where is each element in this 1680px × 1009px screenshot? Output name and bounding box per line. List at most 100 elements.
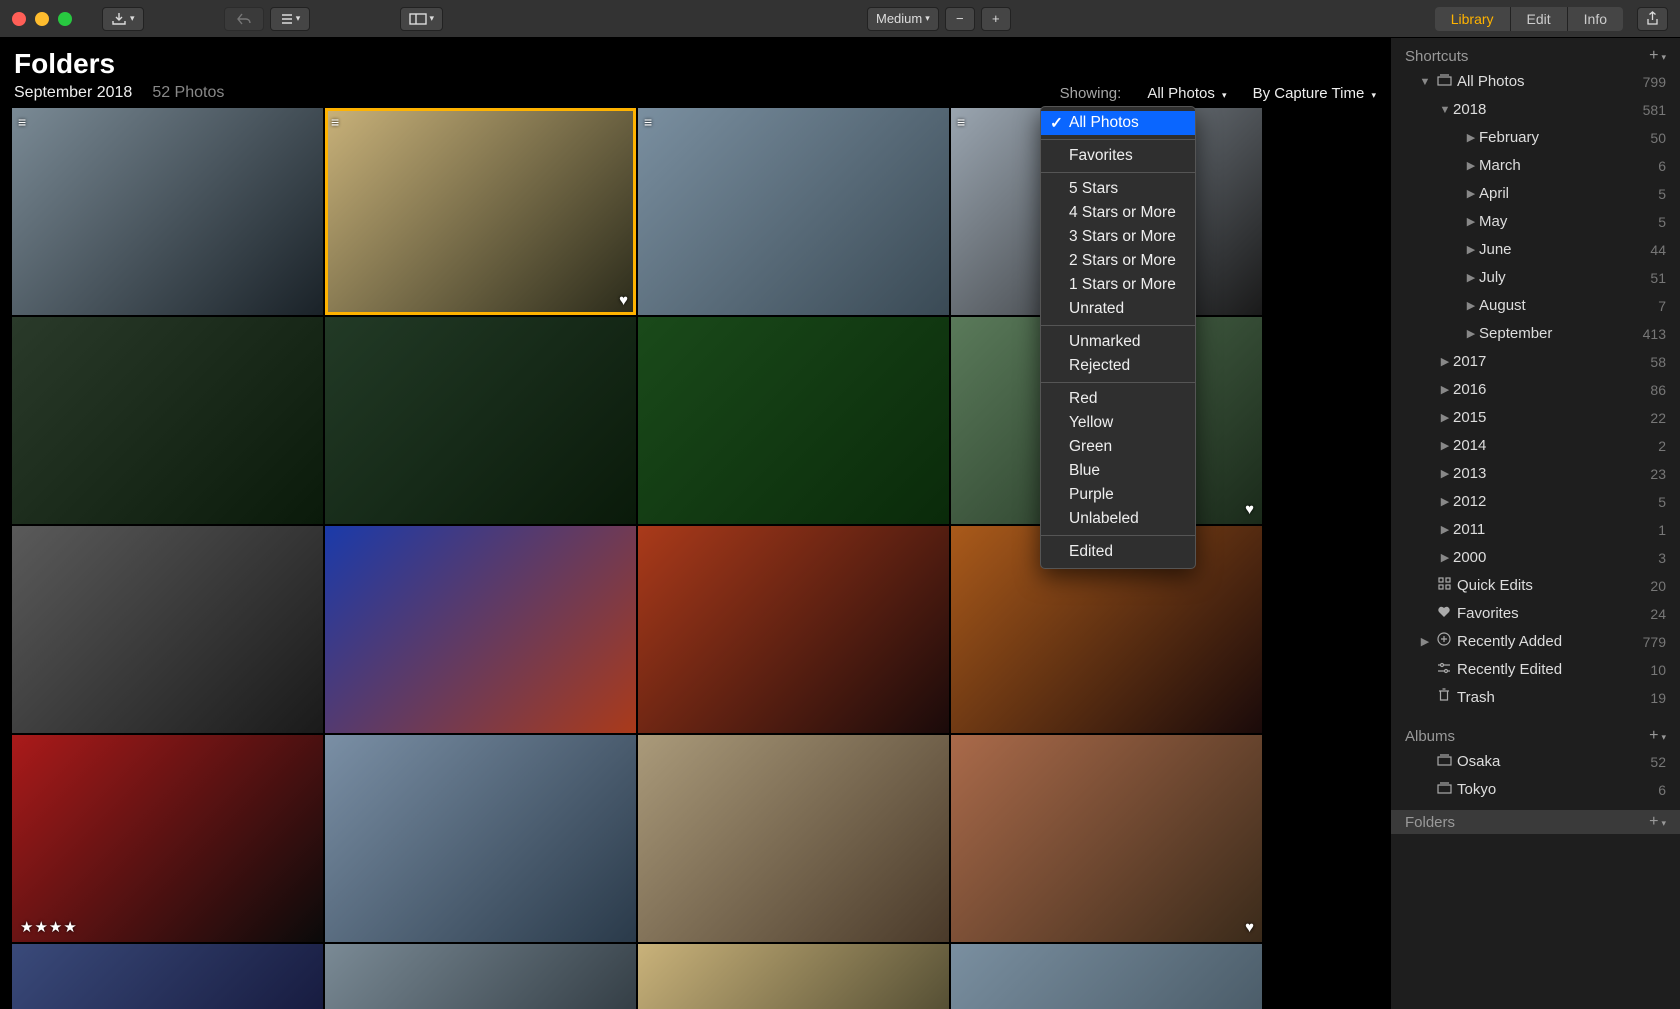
thumbnail[interactable] — [638, 317, 949, 524]
sidebar-item[interactable]: Osaka52 — [1391, 748, 1680, 776]
filter-menu-item[interactable]: 5 Stars — [1041, 177, 1195, 201]
thumbnail[interactable] — [638, 735, 949, 942]
thumbnail-size-dropdown[interactable]: Medium ▾ — [867, 7, 939, 31]
disclosure-right-icon[interactable]: ▶ — [1463, 294, 1479, 318]
sidebar-item[interactable]: ▶201323 — [1391, 460, 1680, 488]
sidebar-item[interactable]: ▶May5 — [1391, 208, 1680, 236]
sidebar-item[interactable]: ▼2018581 — [1391, 96, 1680, 124]
tab-info[interactable]: Info — [1567, 7, 1623, 31]
sidebar-section-shortcuts[interactable]: Shortcuts +▾ — [1391, 44, 1680, 68]
filter-menu-item[interactable]: Unmarked — [1041, 330, 1195, 354]
add-folder-button[interactable]: +▾ — [1649, 813, 1666, 831]
sidebar-item[interactable]: ▶April5 — [1391, 180, 1680, 208]
filter-menu-item[interactable]: Favorites — [1041, 144, 1195, 168]
sidebar-item[interactable]: ▼All Photos799 — [1391, 68, 1680, 96]
sidebar-item[interactable]: ▶20142 — [1391, 432, 1680, 460]
sidebar-item[interactable]: ▶20125 — [1391, 488, 1680, 516]
add-album-button[interactable]: +▾ — [1649, 727, 1666, 745]
thumbnail[interactable] — [325, 526, 636, 733]
filter-menu-item[interactable]: Purple — [1041, 483, 1195, 507]
sidebar-item[interactable]: ▶June44 — [1391, 236, 1680, 264]
sidebar-item[interactable]: ▶20111 — [1391, 516, 1680, 544]
sidebar-section-folders[interactable]: Folders +▾ — [1391, 810, 1680, 834]
filter-menu-item[interactable]: Rejected — [1041, 354, 1195, 378]
fullscreen-window-button[interactable] — [58, 12, 72, 26]
sidebar-item[interactable]: Tokyo6 — [1391, 776, 1680, 804]
thumbnail[interactable] — [638, 526, 949, 733]
share-button[interactable] — [1637, 7, 1668, 31]
sidebar-item[interactable]: ▶February50 — [1391, 124, 1680, 152]
disclosure-right-icon[interactable]: ▶ — [1417, 630, 1433, 654]
sidebar-item[interactable]: ▶20003 — [1391, 544, 1680, 572]
sidebar-item[interactable]: ▶September413 — [1391, 320, 1680, 348]
list-button[interactable]: ▾ — [270, 7, 310, 31]
sidebar-item[interactable]: ▶August7 — [1391, 292, 1680, 320]
back-button[interactable] — [224, 7, 264, 31]
sidebar-item[interactable]: ▶July51 — [1391, 264, 1680, 292]
sort-dropdown[interactable]: By Capture Time ▾ — [1253, 85, 1376, 102]
close-window-button[interactable] — [12, 12, 26, 26]
disclosure-right-icon[interactable]: ▶ — [1437, 378, 1453, 402]
filter-menu-item[interactable]: Edited — [1041, 540, 1195, 564]
disclosure-down-icon[interactable]: ▼ — [1417, 70, 1433, 94]
disclosure-right-icon[interactable]: ▶ — [1437, 546, 1453, 570]
thumbnail[interactable]: ≡♥ — [325, 108, 636, 315]
filter-menu-item[interactable]: 2 Stars or More — [1041, 249, 1195, 273]
disclosure-right-icon[interactable]: ▶ — [1437, 518, 1453, 542]
sidebar-item[interactable]: Favorites24 — [1391, 600, 1680, 628]
disclosure-right-icon[interactable]: ▶ — [1463, 266, 1479, 290]
disclosure-right-icon[interactable]: ▶ — [1437, 434, 1453, 458]
disclosure-right-icon[interactable]: ▶ — [1463, 126, 1479, 150]
thumbnail[interactable] — [325, 944, 636, 1009]
thumbnail[interactable] — [12, 526, 323, 733]
minimize-window-button[interactable] — [35, 12, 49, 26]
filter-menu-item[interactable]: 1 Stars or More — [1041, 273, 1195, 297]
thumbnail[interactable]: ≡ — [638, 108, 949, 315]
filter-menu-item[interactable]: All Photos — [1041, 111, 1195, 135]
thumbnail[interactable] — [325, 735, 636, 942]
sidebar-item[interactable]: ▶201522 — [1391, 404, 1680, 432]
sidebar-section-albums[interactable]: Albums +▾ — [1391, 724, 1680, 748]
thumbnail[interactable] — [12, 944, 323, 1009]
sidebar-item[interactable]: Recently Edited10 — [1391, 656, 1680, 684]
disclosure-right-icon[interactable]: ▶ — [1463, 182, 1479, 206]
disclosure-right-icon[interactable]: ▶ — [1463, 238, 1479, 262]
filter-menu-item[interactable]: Blue — [1041, 459, 1195, 483]
filter-dropdown[interactable]: All Photos ▾ — [1147, 85, 1226, 102]
thumbnail[interactable]: ≡ — [12, 108, 323, 315]
disclosure-right-icon[interactable]: ▶ — [1463, 210, 1479, 234]
sidebar-item[interactable]: ▶201758 — [1391, 348, 1680, 376]
disclosure-right-icon[interactable]: ▶ — [1437, 350, 1453, 374]
filter-menu-item[interactable]: Yellow — [1041, 411, 1195, 435]
view-layout-button[interactable]: ▾ — [400, 7, 444, 31]
disclosure-down-icon[interactable]: ▼ — [1437, 98, 1453, 122]
tab-library[interactable]: Library — [1435, 7, 1510, 31]
filter-menu-item[interactable]: Green — [1041, 435, 1195, 459]
sidebar-item[interactable]: ▶March6 — [1391, 152, 1680, 180]
disclosure-right-icon[interactable]: ▶ — [1463, 322, 1479, 346]
filter-menu-item[interactable]: 4 Stars or More — [1041, 201, 1195, 225]
thumbnail[interactable] — [325, 317, 636, 524]
thumbnail[interactable]: ★★★★ — [12, 735, 323, 942]
disclosure-right-icon[interactable]: ▶ — [1437, 490, 1453, 514]
zoom-out-button[interactable]: − — [945, 7, 975, 31]
sidebar-item[interactable]: Trash19 — [1391, 684, 1680, 712]
filter-menu-item[interactable]: Unlabeled — [1041, 507, 1195, 531]
sidebar-item[interactable]: Quick Edits20 — [1391, 572, 1680, 600]
disclosure-right-icon[interactable]: ▶ — [1437, 406, 1453, 430]
tab-edit[interactable]: Edit — [1510, 7, 1567, 31]
thumbnail[interactable] — [12, 317, 323, 524]
thumbnail[interactable] — [638, 944, 949, 1009]
thumbnail[interactable]: ♥ — [951, 735, 1262, 942]
thumbnail[interactable] — [951, 944, 1262, 1009]
filter-menu-item[interactable]: Unrated — [1041, 297, 1195, 321]
import-button[interactable]: ▾ — [102, 7, 144, 31]
zoom-in-button[interactable]: + — [981, 7, 1011, 31]
add-shortcut-button[interactable]: +▾ — [1649, 47, 1666, 65]
disclosure-right-icon[interactable]: ▶ — [1437, 462, 1453, 486]
filter-menu-item[interactable]: 3 Stars or More — [1041, 225, 1195, 249]
disclosure-right-icon[interactable]: ▶ — [1463, 154, 1479, 178]
sidebar-item[interactable]: ▶201686 — [1391, 376, 1680, 404]
sidebar-item[interactable]: ▶Recently Added779 — [1391, 628, 1680, 656]
filter-menu-item[interactable]: Red — [1041, 387, 1195, 411]
